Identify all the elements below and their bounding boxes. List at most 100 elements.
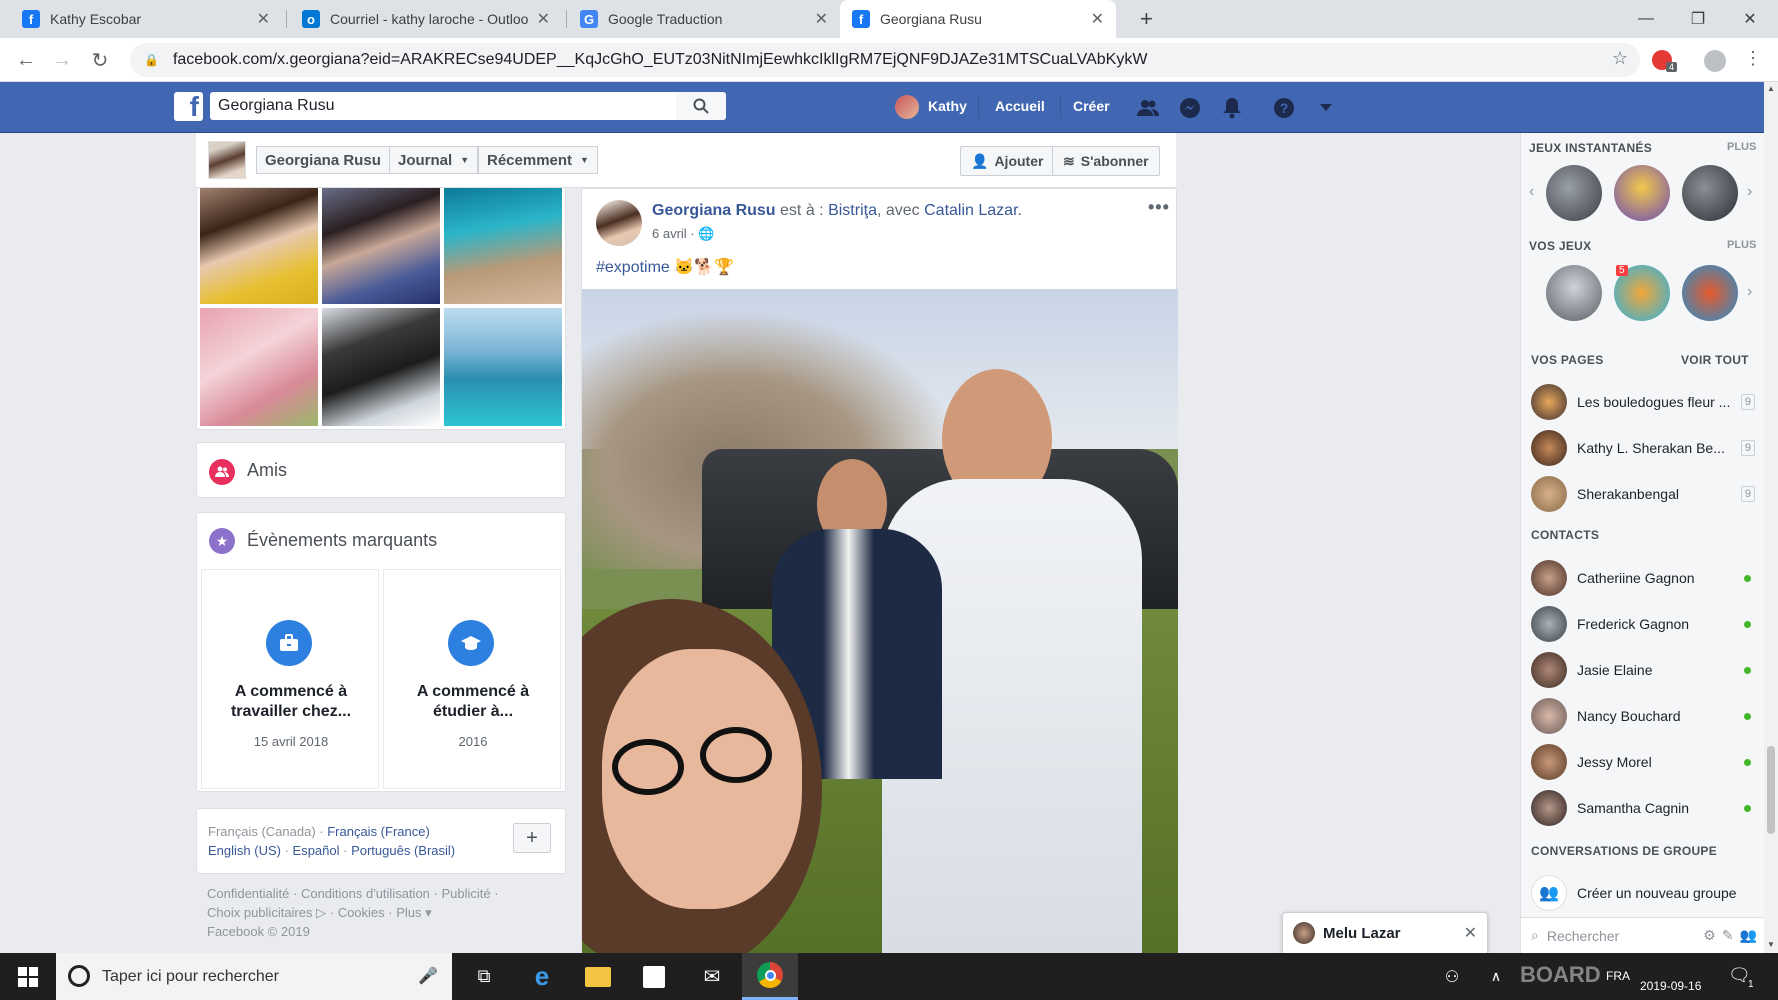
restore-icon[interactable]: ❐ [1672, 0, 1724, 38]
close-tab-icon[interactable]: ✕ [815, 9, 828, 29]
chat-search-input[interactable]: ⌕ Rechercher ⚙ ✎ 👥 [1521, 917, 1765, 953]
photo-thumbnail[interactable] [200, 188, 318, 304]
edge-browser-icon[interactable]: e [514, 953, 570, 1000]
add-friend-button[interactable]: 👤 Ajouter [960, 146, 1055, 176]
mail-icon[interactable]: ✉ [684, 953, 740, 1000]
post-photo[interactable] [582, 289, 1178, 954]
see-all-pages-link[interactable]: VOIR TOUT [1681, 353, 1749, 367]
close-tab-icon[interactable]: ✕ [537, 9, 550, 29]
post-date[interactable]: 6 avril [652, 226, 687, 241]
page-item[interactable]: Les bouledogues fleur ... 9 [1531, 382, 1755, 422]
add-people-icon[interactable]: 👥 [1740, 927, 1757, 944]
file-explorer-icon[interactable] [570, 953, 626, 1000]
scroll-down-icon[interactable]: ▼ [1767, 940, 1775, 949]
game-thumbnail[interactable] [1546, 265, 1602, 321]
messenger-icon[interactable] [1178, 96, 1202, 120]
photo-thumbnail[interactable] [200, 308, 318, 426]
new-tab-button[interactable]: + [1128, 0, 1168, 38]
friends-card[interactable]: Amis [196, 442, 566, 498]
browser-tab[interactable]: f Kathy Escobar ✕ [10, 0, 282, 38]
help-icon[interactable]: ? [1272, 96, 1296, 120]
user-avatar[interactable] [895, 95, 919, 119]
close-tab-icon[interactable]: ✕ [1091, 9, 1104, 29]
contact-item[interactable]: Jessy Morel [1531, 742, 1755, 782]
friend-requests-icon[interactable] [1136, 96, 1160, 120]
footer-link[interactable]: Plus [396, 905, 421, 920]
close-chat-icon[interactable]: ✕ [1464, 923, 1477, 943]
game-thumbnail[interactable] [1682, 265, 1738, 321]
footer-link[interactable]: Cookies [338, 905, 385, 920]
chevron-left-icon[interactable]: ‹ [1529, 183, 1534, 201]
language-link[interactable]: English (US) [208, 843, 281, 858]
game-thumbnail[interactable] [1682, 165, 1738, 221]
forward-icon[interactable]: → [48, 46, 76, 74]
contact-item[interactable]: Jasie Elaine [1531, 650, 1755, 690]
instant-games-more-link[interactable]: PLUS [1727, 141, 1756, 153]
footer-link[interactable]: Conditions d'utilisation [301, 886, 430, 901]
page-item[interactable]: Sherakanbengal 9 [1531, 474, 1755, 514]
hashtag-link[interactable]: #expotime [596, 259, 670, 276]
profile-thumbnail[interactable] [208, 141, 246, 179]
scroll-up-icon[interactable]: ▲ [1767, 84, 1775, 93]
tagged-person-link[interactable]: Catalin Lazar [924, 202, 1017, 219]
photo-thumbnail[interactable] [322, 188, 440, 304]
post-author-avatar[interactable] [596, 200, 642, 246]
taskbar-date[interactable]: 2019-09-16 [1640, 979, 1701, 993]
contact-item[interactable]: Catheriine Gagnon [1531, 558, 1755, 598]
game-thumbnail[interactable] [1614, 165, 1670, 221]
store-icon[interactable] [626, 953, 682, 1000]
search-icon[interactable] [676, 92, 726, 120]
profile-link[interactable]: Kathy [928, 98, 967, 114]
your-games-more-link[interactable]: PLUS [1727, 239, 1756, 251]
contact-item[interactable]: Nancy Bouchard [1531, 696, 1755, 736]
photo-thumbnail[interactable] [322, 308, 440, 426]
footer-link[interactable]: Publicité [441, 886, 490, 901]
game-thumbnail[interactable] [1546, 165, 1602, 221]
footer-link[interactable]: Confidentialité [207, 886, 289, 901]
home-link[interactable]: Accueil [995, 98, 1045, 114]
windows-start-icon[interactable] [0, 953, 56, 1000]
chat-tab[interactable]: Melu Lazar ✕ [1282, 912, 1488, 953]
taskbar-search-input[interactable]: Taper ici pour rechercher 🎤 [56, 953, 452, 1000]
chevron-right-icon[interactable]: › [1747, 183, 1752, 201]
photo-thumbnail[interactable] [444, 188, 562, 304]
post-location-link[interactable]: Bistriţa [828, 202, 877, 219]
journal-tab[interactable]: Journal ▼ [389, 146, 479, 174]
search-input[interactable]: Georgiana Rusu [210, 92, 726, 120]
reload-icon[interactable]: ↻ [86, 46, 114, 74]
close-window-icon[interactable]: ✕ [1724, 0, 1776, 38]
back-icon[interactable]: ← [12, 46, 40, 74]
notifications-bell-icon[interactable] [1220, 96, 1244, 120]
contact-item[interactable]: Frederick Gagnon [1531, 604, 1755, 644]
browser-tab[interactable]: o Courriel - kathy laroche - Outlook ✕ [290, 0, 562, 38]
life-event-item[interactable]: A commencé à travailler chez... 15 avril… [201, 569, 379, 789]
add-language-button[interactable]: + [513, 823, 551, 853]
page-item[interactable]: Kathy L. Sherakan Be... 9 [1531, 428, 1755, 468]
life-event-item[interactable]: A commencé à étudier à... 2016 [383, 569, 561, 789]
close-tab-icon[interactable]: ✕ [257, 9, 270, 29]
address-bar[interactable]: 🔒 facebook.com/x.georgiana?eid=ARAKRECse… [130, 43, 1640, 77]
scrollbar-thumb[interactable] [1767, 746, 1775, 834]
recent-tab[interactable]: Récemment ▼ [478, 146, 598, 174]
action-center-icon[interactable]: 🗨 [1728, 965, 1751, 987]
profile-name-tab[interactable]: Georgiana Rusu [256, 146, 390, 174]
gear-icon[interactable]: ⚙ [1703, 927, 1716, 944]
post-author-link[interactable]: Georgiana Rusu [652, 202, 776, 219]
microphone-icon[interactable]: 🎤 [418, 966, 438, 986]
chrome-icon[interactable] [742, 953, 798, 1000]
compose-icon[interactable]: ✎ [1722, 927, 1734, 944]
page-scrollbar[interactable]: ▲ ▼ [1764, 82, 1778, 953]
browser-tab-active[interactable]: f Georgiana Rusu ✕ [840, 0, 1116, 38]
browser-tab[interactable]: G Google Traduction ✕ [568, 0, 840, 38]
task-view-icon[interactable]: ⧉ [456, 953, 512, 1000]
chevron-right-icon[interactable]: › [1747, 283, 1752, 301]
language-link[interactable]: Português (Brasil) [351, 843, 455, 858]
account-menu-caret-icon[interactable] [1314, 96, 1338, 120]
facebook-logo-icon[interactable]: f [174, 92, 203, 121]
create-group-item[interactable]: 👥 Créer un nouveau groupe [1531, 873, 1755, 913]
star-icon[interactable]: ☆ [1612, 48, 1628, 69]
follow-button[interactable]: ≋ S'abonner [1052, 146, 1160, 176]
minimize-icon[interactable]: — [1620, 0, 1672, 38]
post-options-icon[interactable]: ••• [1148, 197, 1170, 218]
show-hidden-icons-icon[interactable]: ∧ [1468, 953, 1524, 1000]
